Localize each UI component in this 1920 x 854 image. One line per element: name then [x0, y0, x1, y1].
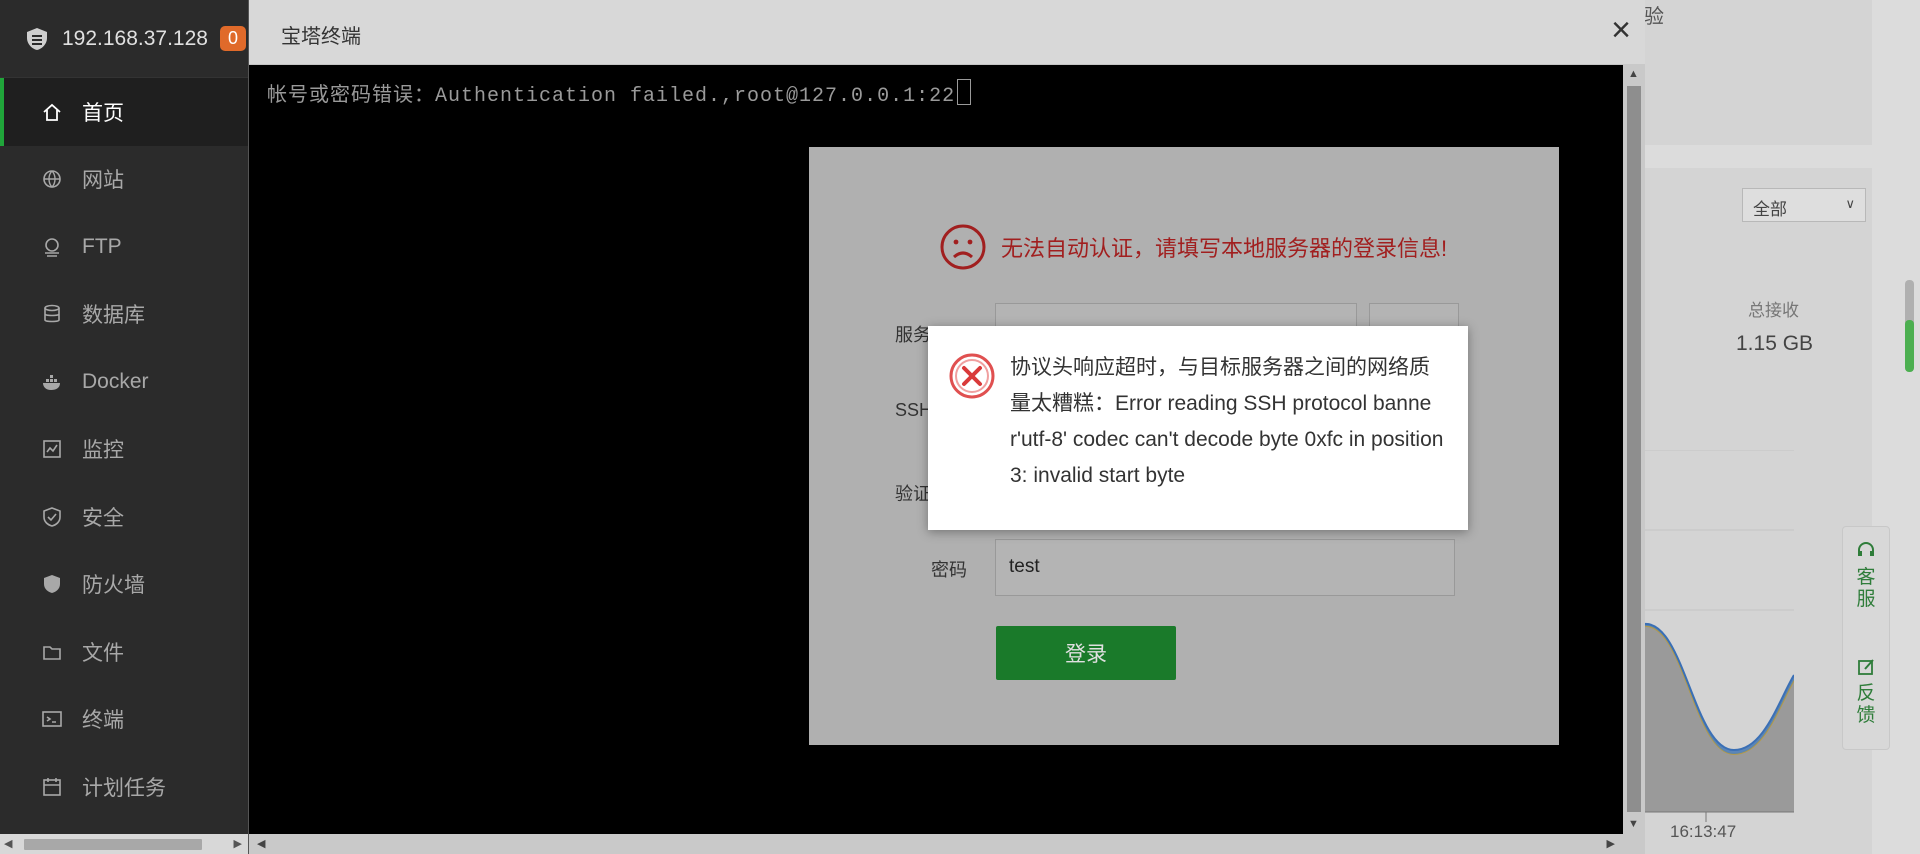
terminal-window: 宝塔终端 × 帐号或密码错误：Authentication failed.,ro…: [248, 0, 1645, 854]
scroll-right-icon[interactable]: ▶: [1607, 837, 1615, 850]
password-label: 密码: [931, 560, 967, 580]
monitor-icon: [40, 437, 64, 461]
verify-label: 验证: [895, 484, 931, 504]
scroll-left-icon[interactable]: ◀: [257, 837, 265, 850]
filter-select-value: 全部: [1753, 200, 1787, 219]
password-input[interactable]: test: [995, 539, 1455, 596]
page-scroll-accent: [1905, 320, 1914, 372]
sidebar-item-4[interactable]: Docker: [0, 348, 248, 416]
terminal-scroll-thumb[interactable]: [1627, 86, 1641, 812]
total-receive-value: 1.15 GB: [1736, 332, 1814, 355]
calendar-icon: [40, 775, 64, 799]
customer-service-button[interactable]: 客服: [1843, 541, 1889, 611]
sidebar-nav: 首页网站 FTP 数据库 Docker 监控安全防火墙文件终端计划任务: [0, 78, 248, 821]
sidebar-item-label: 首页: [82, 101, 124, 125]
terminal-titlebar: 宝塔终端 ×: [249, 0, 1645, 65]
total-receive-label: 总接收: [1748, 301, 1799, 320]
edit-icon: [1858, 659, 1874, 675]
sidebar-item-2[interactable]: FTP: [0, 213, 248, 281]
floating-service-panel: 客服 反馈: [1842, 526, 1890, 750]
chart-time-label: 16:13:47: [1670, 822, 1737, 841]
sidebar-item-label: 终端: [82, 709, 124, 733]
terminal-icon: [40, 707, 64, 731]
error-toast: 协议头响应超时，与目标服务器之间的网络质量太糟糕：Error reading S…: [928, 326, 1468, 530]
sidebar-item-label: FTP: [82, 234, 122, 258]
scrollbar-thumb[interactable]: [24, 839, 202, 850]
sidebar-item-10[interactable]: 计划任务: [0, 753, 248, 821]
error-message: 协议头响应超时，与目标服务器之间的网络质量太糟糕：Error reading S…: [1010, 356, 1444, 487]
terminal-output[interactable]: 帐号或密码错误：Authentication failed.,root@127.…: [267, 78, 972, 108]
scroll-down-icon[interactable]: ▼: [1628, 818, 1639, 830]
sidebar-item-label: 计划任务: [82, 776, 166, 800]
scroll-right-icon[interactable]: ▶: [234, 837, 242, 850]
login-button[interactable]: 登录: [996, 626, 1176, 680]
sidebar-item-5[interactable]: 监控: [0, 416, 248, 484]
sidebar-horizontal-scrollbar[interactable]: ◀ ▶: [0, 834, 248, 854]
feedback-button[interactable]: 反馈: [1843, 657, 1889, 727]
sidebar-item-label: 文件: [82, 641, 124, 665]
terminal-title: 宝塔终端: [281, 26, 361, 48]
terminal-output-text: 帐号或密码错误：Authentication failed.,root@127.…: [267, 85, 956, 108]
sidebar: 192.168.37.128 0 首页网站 FTP 数据库 Docker 监控安全防火墙…: [0, 0, 248, 854]
shield-icon: [40, 505, 64, 529]
sidebar-item-label: 数据库: [82, 304, 145, 328]
home-icon: [40, 100, 64, 124]
traffic-chart: [1644, 450, 1794, 822]
login-dialog-message: 无法自动认证，请填写本地服务器的登录信息!: [1001, 236, 1448, 261]
folder-icon: [40, 640, 64, 664]
server-label: 服务: [895, 325, 931, 345]
headset-icon: [1858, 542, 1874, 556]
sidebar-item-7[interactable]: 防火墙: [0, 551, 248, 619]
notification-badge[interactable]: 0: [219, 26, 246, 51]
feedback-label: 反馈: [1856, 683, 1876, 726]
card-title: 验: [1644, 6, 1664, 28]
bt-logo-icon: [27, 27, 47, 50]
sidebar-item-label: 防火墙: [82, 574, 145, 598]
dashboard-card-top: 验: [1644, 0, 1872, 145]
docker-icon: [40, 370, 64, 394]
sidebar-item-label: 监控: [82, 439, 124, 463]
error-circle-x-icon: [949, 353, 995, 399]
sidebar-item-1[interactable]: 网站: [0, 146, 248, 214]
sidebar-item-0[interactable]: 首页: [0, 78, 248, 146]
ftp-icon: [40, 235, 64, 259]
page-vertical-scrollbar[interactable]: [1898, 0, 1920, 854]
chevron-down-icon: ∨: [1845, 196, 1855, 211]
sad-face-icon: [940, 224, 986, 270]
sidebar-item-6[interactable]: 安全: [0, 483, 248, 551]
filter-select[interactable]: 全部 ∨: [1742, 188, 1866, 222]
scroll-left-icon[interactable]: ◀: [4, 837, 12, 850]
server-ip: 192.168.37.128: [62, 26, 208, 50]
globe-icon: [40, 167, 64, 191]
sidebar-item-8[interactable]: 文件: [0, 618, 248, 686]
sidebar-item-label: Docker: [82, 369, 149, 393]
terminal-horizontal-scrollbar[interactable]: ◀ ▶: [249, 834, 1645, 854]
terminal-cursor: [957, 79, 972, 105]
firewall-icon: [40, 572, 64, 596]
terminal-vertical-scrollbar[interactable]: ▲ ▼: [1623, 64, 1645, 834]
login-dialog-heading: 无法自动认证，请填写本地服务器的登录信息!: [939, 223, 1447, 271]
sidebar-item-9[interactable]: 终端: [0, 686, 248, 754]
scroll-up-icon[interactable]: ▲: [1628, 68, 1639, 80]
sidebar-item-label: 安全: [82, 506, 124, 530]
customer-service-label: 客服: [1856, 567, 1876, 610]
database-icon: [40, 302, 64, 326]
sidebar-header: 192.168.37.128 0: [0, 0, 248, 78]
sidebar-item-label: 网站: [82, 169, 124, 193]
close-icon[interactable]: ×: [1611, 13, 1631, 47]
ssh-label: SSH: [895, 400, 933, 420]
sidebar-item-3[interactable]: 数据库: [0, 281, 248, 349]
